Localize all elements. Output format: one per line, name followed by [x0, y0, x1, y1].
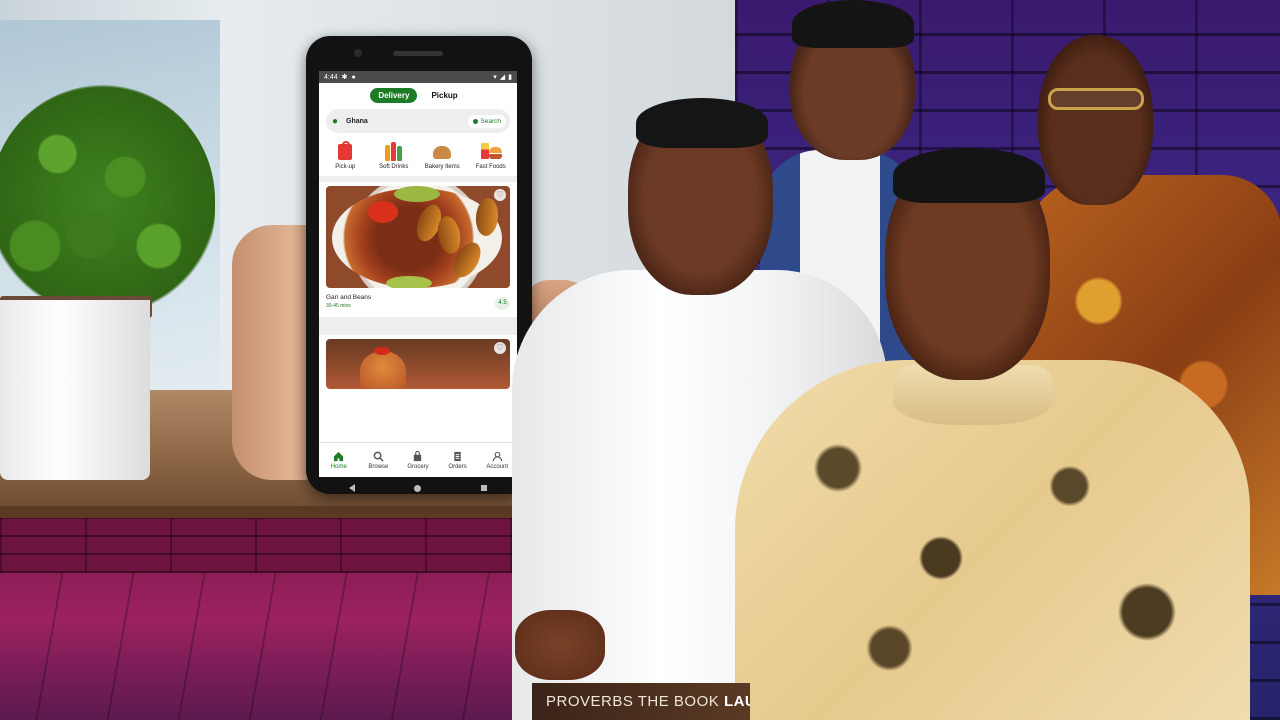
- book-launch-banner: PROVERBS THE BOOK LAUNC: [532, 683, 750, 720]
- signal-icon: ◢: [499, 74, 506, 81]
- status-bar: 4:44 ✱ ● ▾ ◢ ▮: [319, 71, 517, 83]
- person-1-hair: [636, 98, 768, 148]
- location-text: Ghana: [346, 117, 368, 125]
- smartphone: 4:44 ✱ ● ▾ ◢ ▮ Delivery Pickup ● Ghana S…: [306, 36, 532, 494]
- category-label: Pick-up: [335, 164, 356, 170]
- food-name: Gari and Beans: [326, 294, 372, 301]
- person-3-hair: [893, 148, 1045, 203]
- notification-icon: ●: [351, 73, 356, 81]
- person-4-head: [1038, 35, 1153, 205]
- nav-label: Grocery: [407, 463, 429, 470]
- category-row: Pick-up Soft Drinks Bakery Items Fast Fo…: [319, 141, 517, 170]
- delivery-mode-toggle: Delivery Pickup: [319, 88, 517, 103]
- bag-icon: [414, 450, 422, 461]
- camera-icon: [354, 49, 362, 57]
- person-1-hand: [515, 610, 605, 680]
- rating-badge: 4.5: [495, 297, 510, 310]
- burger-icon: [480, 141, 502, 161]
- nav-orders[interactable]: Orders: [440, 451, 476, 470]
- location-pin-icon: ●: [332, 115, 339, 127]
- category-label: Fast Foods: [475, 164, 506, 170]
- food-image: [360, 351, 406, 389]
- home-icon: [334, 451, 344, 461]
- location-search-bar[interactable]: ● Ghana Search: [326, 109, 510, 133]
- receipt-icon: [454, 451, 461, 461]
- category-label: Bakery Items: [424, 164, 460, 170]
- banner-text-bold: LAUNC: [723, 693, 750, 710]
- nav-label: Account: [486, 463, 509, 470]
- bread-icon: [431, 141, 453, 161]
- banner-text-light: PROVERBS THE BOOK: [546, 693, 724, 710]
- delivery-tab[interactable]: Delivery: [370, 88, 418, 103]
- pickup-tab[interactable]: Pickup: [423, 88, 465, 103]
- nav-label: Orders: [448, 463, 467, 470]
- glasses-icon: [1048, 88, 1144, 110]
- search-icon: [373, 451, 384, 462]
- nav-grocery[interactable]: Grocery: [400, 450, 436, 470]
- phone-screen: 4:44 ✱ ● ▾ ◢ ▮ Delivery Pickup ● Ghana S…: [319, 71, 517, 477]
- nav-label: Browse: [368, 463, 389, 470]
- recents-icon[interactable]: [481, 485, 488, 491]
- food-card[interactable]: ♡ Gari and Beans 30-45 mins 4.5: [326, 186, 510, 310]
- bottles-icon: [383, 141, 405, 161]
- favorite-heart-icon[interactable]: ♡: [494, 342, 506, 354]
- person-2-hair: [792, 0, 914, 48]
- food-image: ♡: [326, 186, 510, 288]
- system-nav-bar: [319, 477, 517, 499]
- nav-account[interactable]: Account: [479, 451, 515, 470]
- category-soft-drinks[interactable]: Soft Drinks: [371, 141, 417, 170]
- section-divider: [319, 176, 517, 182]
- search-icon: [473, 118, 479, 124]
- category-pick-up[interactable]: Pick-up: [322, 141, 368, 170]
- nav-home[interactable]: Home: [321, 451, 357, 470]
- bottom-nav: Home Browse Grocery Orders Account: [319, 442, 517, 477]
- home-button-icon[interactable]: [414, 484, 422, 492]
- category-bakery-items[interactable]: Bakery Items: [419, 141, 465, 170]
- food-card[interactable]: ♡: [326, 339, 510, 389]
- speaker-grille: [393, 51, 443, 56]
- back-icon[interactable]: [348, 484, 355, 492]
- user-icon: [492, 451, 502, 461]
- white-pot: [0, 300, 150, 480]
- search-button-label: Search: [480, 117, 501, 125]
- nav-browse[interactable]: Browse: [360, 451, 396, 470]
- wifi-icon: ▾: [493, 74, 497, 81]
- favorite-heart-icon[interactable]: ♡: [494, 189, 506, 201]
- settings-icon: ✱: [341, 74, 348, 81]
- shopping-bag-icon: [334, 141, 356, 161]
- potted-plant-foliage: [0, 85, 215, 315]
- battery-icon: ▮: [508, 74, 512, 81]
- status-time: 4:44: [324, 73, 338, 81]
- category-label: Soft Drinks: [379, 164, 409, 170]
- delivery-time: 30-45 mins: [326, 303, 351, 309]
- nav-label: Home: [330, 463, 347, 470]
- search-button[interactable]: Search: [468, 114, 506, 128]
- category-fast-foods[interactable]: Fast Foods: [468, 141, 514, 170]
- section-divider: [319, 317, 517, 335]
